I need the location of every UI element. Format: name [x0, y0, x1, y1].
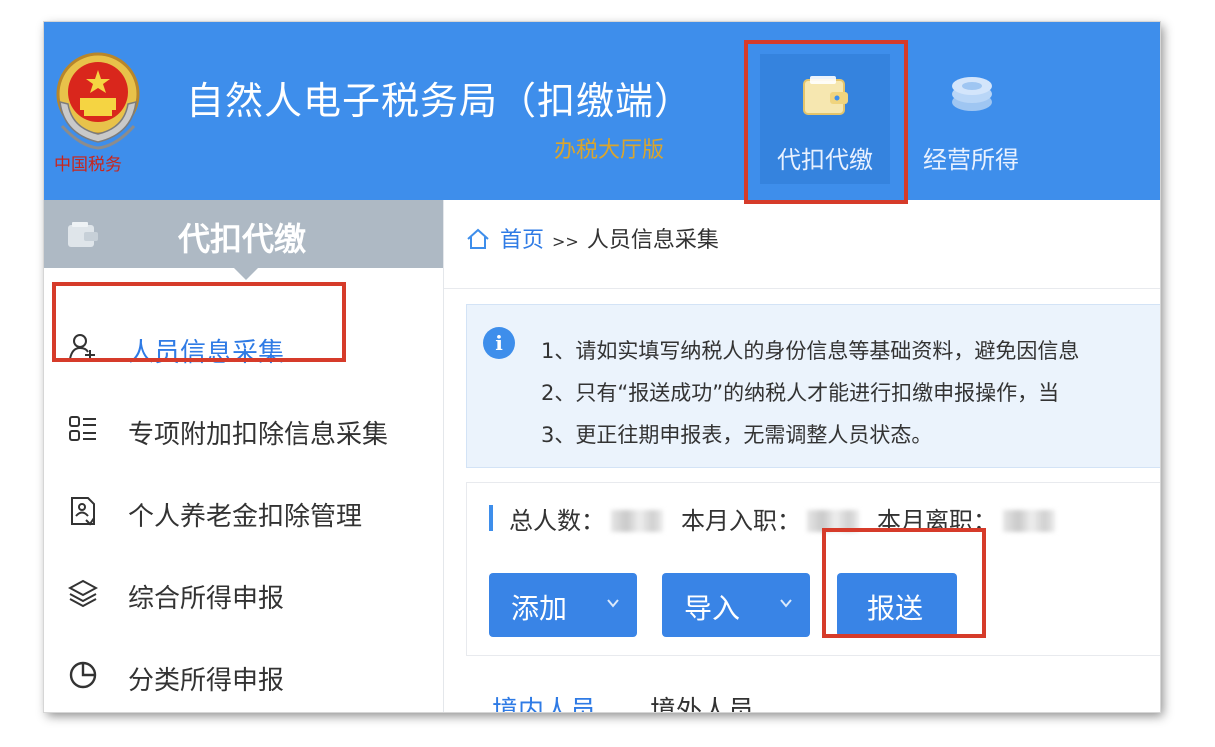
- personnel-stats: 总人数： 本月入职： 本月离职：: [509, 501, 1073, 536]
- joined-count-label: 本月入职：: [681, 507, 801, 535]
- info-icon: i: [483, 327, 515, 359]
- notice-panel: i 1、请如实填写纳税人的身份信息等基础资料，避免因信息 2、只有“报送成功”的…: [466, 304, 1160, 468]
- emblem-caption: 中国税务: [54, 155, 122, 174]
- sidebar-item-label: 专项附加扣除信息采集: [128, 420, 389, 450]
- sidebar-item-label: 分类所得申报: [128, 666, 285, 696]
- sidebar-item-label: 综合所得申报: [128, 584, 285, 614]
- sidebar-title: 代扣代缴: [178, 220, 307, 258]
- layers-icon: [68, 579, 98, 608]
- sidebar-item-pension-deduction[interactable]: 个人养老金扣除管理: [44, 482, 444, 542]
- highlight-box-submit-button: [822, 528, 986, 638]
- sidebar-item-special-deduction[interactable]: 专项附加扣除信息采集: [44, 400, 444, 460]
- main-content: 首页 >> 人员信息采集 i 1、请如实填写纳税人的身份信息等基础资料，避免因信息 …: [444, 200, 1160, 712]
- notice-line-1: 1、请如实填写纳税人的身份信息等基础资料，避免因信息: [541, 339, 1080, 363]
- document-person-icon: [71, 497, 95, 526]
- highlight-box-nav-withholding: [744, 40, 908, 204]
- tab-overseas-personnel[interactable]: 境外人员: [650, 690, 754, 712]
- sidebar-item-label: 个人养老金扣除管理: [128, 502, 363, 532]
- breadcrumb-separator: >>: [552, 232, 579, 251]
- sidebar-item-comprehensive-income[interactable]: 综合所得申报: [44, 564, 444, 624]
- app-subtitle: 办税大厅版: [554, 138, 665, 163]
- chevron-down-icon: [607, 599, 619, 608]
- left-count-value-redacted: [1003, 510, 1055, 532]
- import-button-label: 导入: [684, 592, 741, 625]
- nav-business-income-label: 经营所得: [923, 146, 1019, 174]
- tab-domestic-personnel[interactable]: 境内人员: [492, 690, 596, 712]
- sidebar-pointer: [234, 268, 258, 280]
- add-button-label: 添加: [511, 592, 568, 625]
- sidebar-item-classified-income[interactable]: 分类所得申报: [44, 646, 444, 706]
- total-count-label: 总人数：: [509, 507, 605, 535]
- coins-icon: [952, 77, 992, 111]
- top-header: 中国税务 自然人电子税务局（扣缴端） 办税大厅版 代扣代缴 经营所得: [44, 22, 1160, 200]
- notice-line-2: 2、只有“报送成功”的纳税人才能进行扣缴申报操作，当: [541, 381, 1060, 405]
- notice-line-3: 3、更正往期申报表，无需调整人员状态。: [541, 423, 933, 447]
- personnel-toolbar-panel: 总人数： 本月入职： 本月离职： 添加 导入 报送: [466, 482, 1160, 656]
- chevron-down-icon: [780, 599, 792, 608]
- breadcrumb: 首页 >> 人员信息采集: [466, 222, 719, 254]
- sidebar: 代扣代缴 人员信息采集 专项附加扣除信息采集 个人养老金扣除管理 综合所得申报 …: [44, 200, 444, 712]
- import-button[interactable]: 导入: [662, 573, 810, 637]
- breadcrumb-home-link[interactable]: 首页: [500, 228, 544, 253]
- breadcrumb-divider: [444, 288, 1160, 289]
- app-title: 自然人电子税务局（扣缴端）: [186, 79, 694, 123]
- breadcrumb-current: 人员信息采集: [586, 228, 719, 253]
- list-icon: [69, 416, 96, 441]
- add-button[interactable]: 添加: [489, 573, 637, 637]
- home-icon[interactable]: [466, 228, 490, 250]
- pie-chart-icon: [69, 661, 97, 689]
- app-window: 中国税务 自然人电子税务局（扣缴端） 办税大厅版 代扣代缴 经营所得 代扣代缴 …: [44, 22, 1160, 712]
- total-count-value-redacted: [611, 510, 663, 532]
- highlight-box-personnel-info: [52, 282, 346, 362]
- sidebar-header: 代扣代缴: [44, 200, 444, 268]
- national-emblem-icon: 中国税务: [54, 52, 140, 174]
- nav-business-income[interactable]: 经营所得: [906, 54, 1036, 184]
- stats-accent-bar: [489, 505, 493, 531]
- wallet-icon: [68, 222, 98, 247]
